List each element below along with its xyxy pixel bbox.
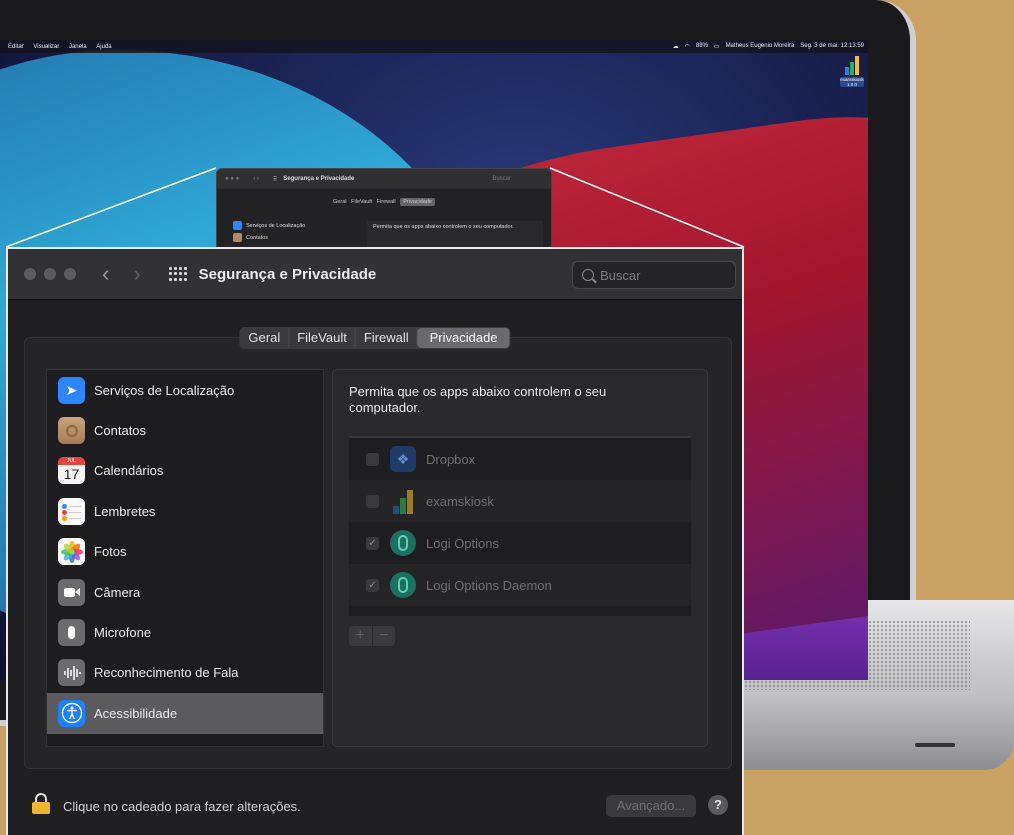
list-item[interactable]: examskiosk <box>349 480 691 522</box>
app-name: Logi Options <box>426 535 499 551</box>
list-item[interactable]: ✓ Logi Options <box>349 522 691 564</box>
list-item[interactable]: ✓ Logi Options Daemon <box>349 564 691 606</box>
security-privacy-window: ‹ › Segurança e Privacidade Buscar Geral… <box>6 247 744 835</box>
tab-bar: Geral FileVault Firewall Privacidade <box>239 327 511 349</box>
dropbox-icon: ❖ <box>390 446 416 472</box>
search-input[interactable]: Buscar <box>572 261 736 289</box>
accessibility-icon <box>58 699 85 727</box>
sidebar-item-label: Serviços de Localização <box>94 382 235 398</box>
zoom-button[interactable] <box>64 268 76 280</box>
sidebar-item-photos[interactable]: Fotos <box>47 532 323 572</box>
lock-hint-text: Clique no cadeado para fazer alterações. <box>63 799 301 814</box>
app-name: examskiosk <box>426 493 494 509</box>
calendar-icon: JUL 17 <box>58 457 85 485</box>
examskiosk-icon <box>390 488 416 514</box>
sidebar-item-label: Lembretes <box>94 503 156 519</box>
list-item[interactable]: ❖ Dropbox <box>349 438 691 480</box>
app-checkbox[interactable]: ✓ <box>366 578 379 592</box>
privacy-category-list: ➤ Serviços de Localização Contatos JUL 17… <box>46 369 324 747</box>
contacts-icon <box>58 417 85 445</box>
add-button[interactable]: + <box>349 626 373 646</box>
camera-icon <box>58 578 85 606</box>
minimize-button[interactable] <box>44 268 56 280</box>
app-list: ❖ Dropbox examskiosk ✓ Logi Options ✓ Lo… <box>349 436 691 616</box>
sidebar-item-label: Contatos <box>94 423 147 439</box>
tab-geral[interactable]: Geral <box>240 328 290 348</box>
sidebar-item-label: Câmera <box>94 584 141 600</box>
sidebar-item-label: Fotos <box>94 544 127 560</box>
logi-options-daemon-icon <box>390 572 416 598</box>
sidebar-item-calendars[interactable]: JUL 17 Calendários <box>47 451 323 491</box>
add-remove-control: + − <box>349 626 395 646</box>
search-placeholder: Buscar <box>600 267 641 283</box>
app-checkbox[interactable]: ✓ <box>366 536 379 550</box>
photos-icon <box>58 538 85 566</box>
sidebar-item-label: Microfone <box>94 625 152 641</box>
sidebar-item-location[interactable]: ➤ Serviços de Localização <box>47 370 323 410</box>
app-checkbox[interactable] <box>366 494 379 508</box>
sidebar-item-accessibility[interactable]: Acessibilidade <box>47 693 323 734</box>
window-title: Segurança e Privacidade <box>198 265 377 283</box>
microphone-icon <box>58 619 85 647</box>
close-button[interactable] <box>24 268 36 280</box>
app-checkbox[interactable] <box>366 452 379 466</box>
advanced-button[interactable]: Avançado... <box>606 795 696 817</box>
pane-description: Permita que os apps abaixo controlem o s… <box>349 384 607 415</box>
title-bar: ‹ › Segurança e Privacidade Buscar <box>8 249 742 300</box>
sidebar-item-label: Reconhecimento de Fala <box>94 665 239 681</box>
sidebar-item-label: Calendários <box>94 463 164 479</box>
location-icon: ➤ <box>58 376 85 404</box>
speech-recognition-icon <box>58 659 85 687</box>
search-icon <box>582 269 594 281</box>
reminders-icon <box>58 497 85 525</box>
sidebar-item-contacts[interactable]: Contatos <box>47 410 323 450</box>
tab-filevault[interactable]: FileVault <box>289 328 356 348</box>
detail-pane: Permita que os apps abaixo controlem o s… <box>332 369 708 747</box>
tab-firewall[interactable]: Firewall <box>356 328 418 348</box>
show-all-grid-icon[interactable] <box>168 267 187 281</box>
forward-button[interactable]: › <box>133 263 140 285</box>
logi-options-icon <box>390 530 416 556</box>
sidebar-item-label: Acessibilidade <box>94 705 178 721</box>
app-name: Logi Options Daemon <box>426 577 552 593</box>
sidebar-item-speech[interactable]: Reconhecimento de Fala <box>47 653 323 693</box>
back-button[interactable]: ‹ <box>102 263 109 285</box>
sidebar-item-microphone[interactable]: Microfone <box>47 612 323 652</box>
lock-icon[interactable] <box>32 793 50 814</box>
help-button[interactable]: ? <box>708 795 728 815</box>
sidebar-item-reminders[interactable]: Lembretes <box>47 491 323 531</box>
sidebar-item-camera[interactable]: Câmera <box>47 572 323 612</box>
app-name: Dropbox <box>426 451 476 467</box>
remove-button[interactable]: − <box>373 626 396 646</box>
tab-privacidade[interactable]: Privacidade <box>417 328 510 348</box>
